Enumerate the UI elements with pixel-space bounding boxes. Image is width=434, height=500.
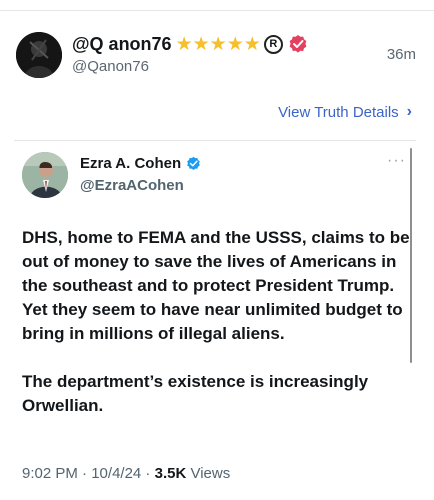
blue-check-badge-icon: [187, 156, 200, 170]
display-name[interactable]: @Q anon76 ★ ★ ★ ★ ★ R: [72, 32, 308, 56]
tweet-paragraph: DHS, home to FEMA and the USSS, claims t…: [22, 228, 410, 343]
star-icon: ★: [209, 33, 227, 55]
view-truth-details-link[interactable]: View Truth Details ›: [278, 103, 412, 121]
star-icon: ★: [243, 33, 261, 55]
tweet-text: DHS, home to FEMA and the USSS, claims t…: [22, 226, 412, 418]
author-name-text: Ezra A. Cohen: [80, 155, 182, 172]
display-name-text: @Q anon76: [72, 33, 172, 54]
more-options-icon[interactable]: ···: [387, 152, 406, 170]
meta-separator: ·: [77, 465, 92, 482]
author-avatar[interactable]: [22, 152, 68, 198]
registered-mark-icon: R: [263, 34, 283, 54]
user-handle[interactable]: @Qanon76: [72, 58, 149, 75]
tweet-time: 9:02 PM: [22, 465, 78, 482]
view-truth-details-label: View Truth Details: [278, 103, 399, 121]
star-icon: ★: [226, 33, 244, 55]
author-handle[interactable]: @EzraACohen: [80, 177, 184, 194]
top-divider: [0, 10, 434, 11]
star-icon: ★: [192, 33, 210, 55]
author-avatar-image: [22, 152, 68, 198]
star-icon: ★: [175, 33, 193, 55]
star-badges: ★ ★ ★ ★ ★: [176, 35, 261, 54]
post-timestamp: 36m: [386, 46, 416, 63]
avatar-image: [16, 32, 62, 78]
avatar[interactable]: [16, 32, 62, 78]
tweet-paragraph: The department’s existence is increasing…: [22, 372, 369, 415]
meta-separator: ·: [141, 465, 155, 482]
views-count: 3.5K: [154, 465, 187, 482]
author-name[interactable]: Ezra A. Cohen: [80, 155, 201, 172]
tweet-meta: 9:02 PM · 10/4/24 · 3.5K Views: [22, 465, 230, 482]
tweet-date: 10/4/24: [91, 465, 142, 482]
truth-post-screen: @Q anon76 ★ ★ ★ ★ ★ R @Qanon76 36m View …: [0, 0, 434, 500]
chevron-right-icon: ›: [406, 103, 412, 120]
views-label: Views: [190, 465, 231, 482]
pink-check-badge-icon: [288, 34, 308, 54]
